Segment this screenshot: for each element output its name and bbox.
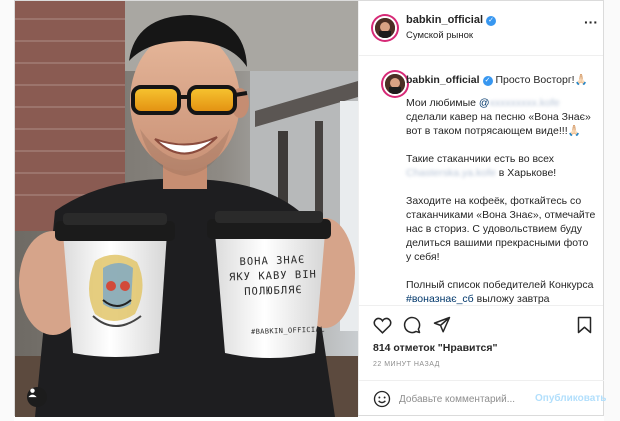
comment-icon[interactable] (403, 316, 421, 334)
caption-paragraph-4: Полный список победителей Конкурса #вонa… (406, 278, 596, 305)
heart-icon[interactable] (373, 317, 392, 334)
caption-p2-rest: в Харькове! (495, 167, 557, 179)
cup-caption: ВОНА ЗНАЄ ЯКУ КАВУ ВІН ПОЛЮБЛЯЄ (228, 253, 318, 299)
caption-paragraph-3: Заходите на кофеёк, фоткайтесь со стакан… (406, 195, 596, 263)
post-photo[interactable]: ВОНА ЗНАЄ ЯКУ КАВУ ВІН ПОЛЮБЛЯЄ #BABKIN_… (15, 1, 358, 417)
comment-input[interactable] (399, 390, 529, 408)
mention-at[interactable]: @ (479, 97, 490, 109)
post-actions: 814 отметок "Нравится" 22 МИНУТ НАЗАД Оп… (358, 305, 606, 416)
like-count[interactable]: 814 отметок "Нравится" (373, 342, 497, 354)
mention-link[interactable]: @xxxxxxxxx.kofe (479, 97, 560, 109)
post-header: babkin_official ✓ Сумской рынок ··· (358, 1, 603, 56)
caption-p1-start: Мои любимые (406, 97, 479, 109)
caption-p2-start: Такие стаканчики есть во всех (406, 153, 555, 165)
caption-text: Мои любимые @xxxxxxxxx.kofe сделали каве… (406, 96, 596, 305)
user-tag-icon[interactable] (27, 387, 47, 407)
place-mention-blurred[interactable]: Chasterska.ya.kofe (406, 167, 496, 179)
avatar[interactable] (371, 14, 399, 42)
page-background-right (604, 0, 620, 421)
post-author-name[interactable]: babkin_official (406, 14, 483, 26)
hashtag-link[interactable]: #вонaзнає_сб (406, 293, 474, 305)
mention-blurred[interactable]: xxxxxxxxx.kofe (490, 97, 560, 109)
caption-headline-text: Просто Восторг!🙏🏻 (495, 74, 588, 86)
photo-illustration (15, 1, 358, 417)
emoji-icon[interactable] (373, 390, 391, 408)
caption-p4-start: Полный список победителей Конкурса (406, 279, 594, 291)
caption-author[interactable]: babkin_official (406, 74, 480, 86)
caption-paragraph-1: Мои любимые @xxxxxxxxx.kofe сделали каве… (406, 96, 596, 138)
add-comment-bar: Опубликовать (359, 380, 606, 416)
caption-avatar[interactable] (381, 70, 409, 98)
post-location[interactable]: Сумской рынок (406, 30, 473, 41)
post-author[interactable]: babkin_official ✓ (406, 14, 497, 26)
caption-p1-rest: сделали кавер на песню «Вона Знає» вот в… (406, 111, 591, 137)
avatar-image (375, 18, 395, 38)
caption-verified-badge-icon: ✓ (482, 76, 493, 86)
verified-badge-icon: ✓ (486, 16, 497, 26)
caption-paragraph-2: Такие стаканчики есть во всех Chasterska… (406, 152, 596, 180)
caption-avatar-image (385, 74, 405, 94)
caption-area: babkin_official ✓ Просто Восторг!🙏🏻 Мои л… (358, 56, 603, 305)
paper-plane-icon[interactable] (433, 316, 451, 334)
bookmark-icon[interactable] (577, 316, 592, 334)
more-dots-icon[interactable]: ··· (584, 14, 598, 30)
post-card: ВОНА ЗНАЄ ЯКУ КАВУ ВІН ПОЛЮБЛЯЄ #BABKIN_… (14, 0, 606, 417)
caption-headline: babkin_official ✓ Просто Восторг!🙏🏻 (406, 73, 596, 87)
post-sidebar: babkin_official ✓ Сумской рынок ··· babki… (358, 1, 606, 416)
publish-button[interactable]: Опубликовать (535, 393, 606, 404)
post-timestamp[interactable]: 22 МИНУТ НАЗАД (373, 361, 440, 368)
page-background-left (0, 0, 14, 421)
user-tag-glyph (28, 388, 37, 398)
